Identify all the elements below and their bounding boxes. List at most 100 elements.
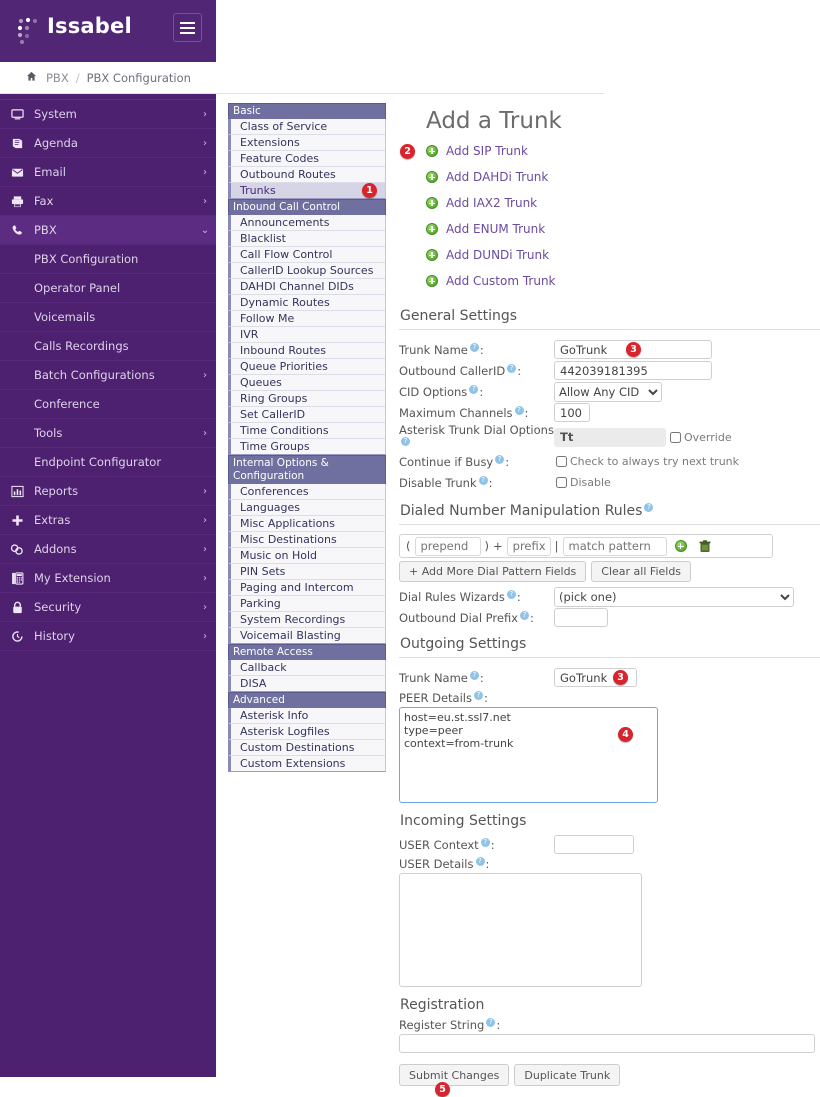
dial-rules-wizards-select[interactable]: (pick one)Simple 10 digit11 digit7 digit… xyxy=(554,586,794,607)
menu-item-custom-extensions[interactable]: Custom Extensions xyxy=(228,756,386,772)
add-trunk-link-add-enum-trunk[interactable]: Add ENUM Trunk xyxy=(426,216,820,242)
menu-item-conferences[interactable]: Conferences xyxy=(228,484,386,500)
add-trunk-link-add-dundi-trunk[interactable]: Add DUNDi Trunk xyxy=(426,242,820,268)
menu-item-music-on-hold[interactable]: Music on Hold xyxy=(228,548,386,564)
clear-all-fields-button[interactable]: Clear all Fields xyxy=(591,561,692,582)
add-trunk-link-add-iax2-trunk[interactable]: Add IAX2 Trunk xyxy=(426,190,820,216)
help-icon[interactable]: ? xyxy=(480,837,490,847)
dial-prefix-input[interactable] xyxy=(506,536,551,556)
menu-item-class-of-service[interactable]: Class of Service xyxy=(228,119,386,135)
register-string-input[interactable] xyxy=(399,1034,815,1053)
outbound-callerid-input[interactable] xyxy=(554,361,712,380)
outbound-dial-prefix-input[interactable] xyxy=(554,608,608,627)
menu-item-inbound-routes[interactable]: Inbound Routes xyxy=(228,343,386,359)
help-icon[interactable]: ? xyxy=(473,691,483,701)
sidebar-item-pbx[interactable]: PBX ⌄ xyxy=(0,216,216,245)
menu-item-feature-codes[interactable]: Feature Codes xyxy=(228,151,386,167)
menu-item-queue-priorities[interactable]: Queue Priorities xyxy=(228,359,386,375)
menu-item-extensions[interactable]: Extensions xyxy=(228,135,386,151)
breadcrumb-item-pbx[interactable]: PBX xyxy=(46,71,69,85)
sidebar-subitem-endpoint-configurator[interactable]: Endpoint Configurator xyxy=(0,448,216,477)
user-context-input[interactable] xyxy=(554,835,634,854)
help-icon[interactable]: ? xyxy=(486,1018,496,1028)
help-icon[interactable]: ? xyxy=(520,610,529,620)
continue-if-busy-checkbox[interactable] xyxy=(556,456,567,467)
menu-item-ring-groups[interactable]: Ring Groups xyxy=(228,391,386,407)
menu-item-blacklist[interactable]: Blacklist xyxy=(228,231,386,247)
menu-item-set-callerid[interactable]: Set CallerID xyxy=(228,407,386,423)
menu-item-dynamic-routes[interactable]: Dynamic Routes xyxy=(228,295,386,311)
help-icon[interactable]: ? xyxy=(469,670,479,680)
sidebar-item-system[interactable]: System › xyxy=(0,100,216,129)
breadcrumb-item-pbx-configuration[interactable]: PBX Configuration xyxy=(87,71,191,85)
menu-item-paging-and-intercom[interactable]: Paging and Intercom xyxy=(228,580,386,596)
add-more-dial-pattern-fields-button[interactable]: + Add More Dial Pattern Fields xyxy=(399,561,587,582)
sidebar-subitem-tools[interactable]: Tools › xyxy=(0,419,216,448)
menu-item-queues[interactable]: Queues xyxy=(228,375,386,391)
menu-item-callback[interactable]: Callback xyxy=(228,660,386,676)
menu-item-announcements[interactable]: Announcements xyxy=(228,215,386,231)
submit-changes-button[interactable]: Submit Changes xyxy=(399,1064,510,1086)
add-trunk-link-add-dahdi-trunk[interactable]: Add DAHDi Trunk xyxy=(426,164,820,190)
trash-icon[interactable] xyxy=(699,539,711,553)
help-icon[interactable]: ? xyxy=(495,454,505,464)
sidebar-subitem-conference[interactable]: Conference xyxy=(0,390,216,419)
menu-item-time-groups[interactable]: Time Groups xyxy=(228,439,386,455)
menu-item-misc-destinations[interactable]: Misc Destinations xyxy=(228,532,386,548)
menu-item-dahdi-channel-dids[interactable]: DAHDI Channel DIDs xyxy=(228,279,386,295)
menu-item-asterisk-logfiles[interactable]: Asterisk Logfiles xyxy=(228,724,386,740)
peer-details-textarea[interactable]: host=eu.st.ssl7.net type=peer context=fr… xyxy=(399,707,658,803)
sidebar-subitem-batch-configurations[interactable]: Batch Configurations › xyxy=(0,361,216,390)
home-icon[interactable] xyxy=(26,71,37,85)
menu-item-languages[interactable]: Languages xyxy=(228,500,386,516)
sidebar-item-security[interactable]: Security › xyxy=(0,593,216,622)
sidebar-item-fax[interactable]: Fax › xyxy=(0,187,216,216)
maximum-channels-input[interactable] xyxy=(554,403,590,422)
help-icon[interactable]: ? xyxy=(514,405,524,415)
menu-item-outbound-routes[interactable]: Outbound Routes xyxy=(228,167,386,183)
help-icon[interactable]: ? xyxy=(469,384,479,394)
sidebar-item-my-extension[interactable]: My Extension › xyxy=(0,564,216,593)
override-checkbox[interactable] xyxy=(670,431,681,443)
help-icon[interactable]: ? xyxy=(475,857,485,867)
help-icon[interactable]: ? xyxy=(507,363,517,373)
sidebar-item-agenda[interactable]: Agenda › xyxy=(0,129,216,158)
cid-options-select[interactable]: Allow Any CIDBlock Foreign CIDsRemove CI… xyxy=(554,381,662,402)
dial-prepend-input[interactable] xyxy=(414,536,481,556)
help-icon[interactable]: ? xyxy=(478,475,488,485)
menu-item-time-conditions[interactable]: Time Conditions xyxy=(228,423,386,439)
menu-item-follow-me[interactable]: Follow Me xyxy=(228,311,386,327)
menu-item-asterisk-info[interactable]: Asterisk Info xyxy=(228,708,386,724)
help-icon[interactable]: ? xyxy=(469,342,479,352)
sidebar-item-reports[interactable]: Reports › xyxy=(0,477,216,506)
sidebar-item-addons[interactable]: Addons › xyxy=(0,535,216,564)
menu-item-system-recordings[interactable]: System Recordings xyxy=(228,612,386,628)
help-icon[interactable]: ? xyxy=(401,437,410,447)
menu-item-custom-destinations[interactable]: Custom Destinations xyxy=(228,740,386,756)
menu-item-misc-applications[interactable]: Misc Applications xyxy=(228,516,386,532)
menu-item-voicemail-blasting[interactable]: Voicemail Blasting xyxy=(228,628,386,644)
menu-item-callerid-lookup-sources[interactable]: CallerID Lookup Sources xyxy=(228,263,386,279)
sidebar-subitem-operator-panel[interactable]: Operator Panel xyxy=(0,274,216,303)
menu-item-pin-sets[interactable]: PIN Sets xyxy=(228,564,386,580)
sidebar-item-extras[interactable]: Extras › xyxy=(0,506,216,535)
sidebar-subitem-pbx-configuration[interactable]: PBX Configuration xyxy=(0,245,216,274)
menu-item-ivr[interactable]: IVR xyxy=(228,327,386,343)
menu-item-call-flow-control[interactable]: Call Flow Control xyxy=(228,247,386,263)
sidebar-subitem-voicemails[interactable]: Voicemails xyxy=(0,303,216,332)
sidebar-item-history[interactable]: History › xyxy=(0,622,216,651)
disable-trunk-checkbox[interactable] xyxy=(556,477,567,488)
menu-item-trunks[interactable]: Trunks 1 xyxy=(228,183,386,199)
help-icon[interactable]: ? xyxy=(506,589,516,599)
add-trunk-link-add-sip-trunk[interactable]: 2 Add SIP Trunk xyxy=(400,138,820,164)
duplicate-trunk-button[interactable]: Duplicate Trunk xyxy=(514,1064,621,1086)
sidebar-subitem-calls-recordings[interactable]: Calls Recordings xyxy=(0,332,216,361)
add-trunk-link-add-custom-trunk[interactable]: Add Custom Trunk xyxy=(426,268,820,294)
user-details-textarea[interactable] xyxy=(399,873,642,987)
help-icon[interactable]: ? xyxy=(644,503,654,513)
sidebar-item-email[interactable]: Email › xyxy=(0,158,216,187)
menu-item-parking[interactable]: Parking xyxy=(228,596,386,612)
dial-match-pattern-input[interactable] xyxy=(562,536,667,556)
hamburger-icon[interactable] xyxy=(173,13,202,42)
add-circle-icon[interactable] xyxy=(674,540,687,552)
